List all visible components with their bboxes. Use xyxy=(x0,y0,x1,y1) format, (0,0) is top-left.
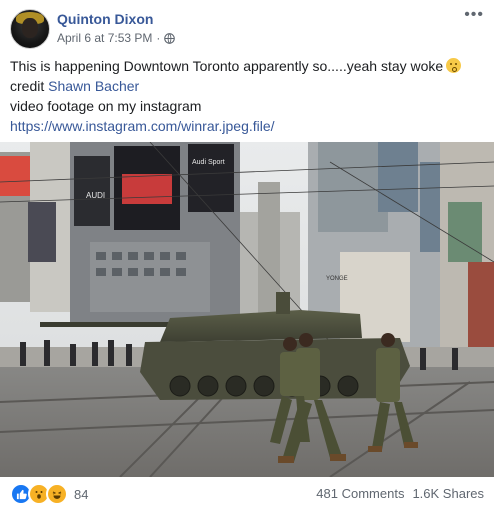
more-options-button[interactable]: ••• xyxy=(464,6,484,24)
post-text-line-4: https://www.instagram.com/winrar.jpeg.fi… xyxy=(10,116,484,136)
street-scene-image: AUDI Audi Sport YONGE xyxy=(0,142,494,477)
confused-face-emoji xyxy=(446,58,462,73)
credit-prefix: credit xyxy=(10,78,49,94)
street-sign-text: YONGE xyxy=(326,276,348,282)
avatar-face xyxy=(22,18,38,38)
author-name[interactable]: Quinton Dixon xyxy=(57,11,153,27)
haha-icon xyxy=(46,483,68,505)
post-text: This is happening Downtown Toronto appar… xyxy=(10,56,484,136)
meta-separator: · xyxy=(156,31,161,45)
reaction-count[interactable]: 84 xyxy=(74,487,88,502)
shares-count[interactable]: 1.6K Shares xyxy=(412,486,484,501)
comments-count[interactable]: 481 Comments xyxy=(316,486,404,501)
post-header: Quinton Dixon April 6 at 7:53 PM · ••• xyxy=(0,0,494,56)
post-text-line-1: This is happening Downtown Toronto appar… xyxy=(10,56,484,76)
credit-name-link[interactable]: Shawn Bacher xyxy=(48,78,139,94)
post-text-line-2: credit Shawn Bacher xyxy=(10,76,484,96)
post-caption: This is happening Downtown Toronto appar… xyxy=(10,58,444,74)
post-photo[interactable]: AUDI Audi Sport YONGE xyxy=(0,142,494,477)
post-meta: April 6 at 7:53 PM · xyxy=(57,31,176,45)
author-avatar[interactable] xyxy=(10,9,50,49)
globe-icon[interactable] xyxy=(164,32,176,44)
billboard-text-2: Audi Sport xyxy=(192,159,225,166)
instagram-link[interactable]: https://www.instagram.com/winrar.jpeg.fi… xyxy=(10,118,275,134)
post-text-line-3: video footage on my instagram xyxy=(10,98,202,114)
post-timestamp[interactable]: April 6 at 7:53 PM xyxy=(57,31,152,45)
engagement-stats: 481 Comments 1.6K Shares xyxy=(316,486,484,501)
reactions-summary[interactable]: 84 xyxy=(10,483,88,505)
